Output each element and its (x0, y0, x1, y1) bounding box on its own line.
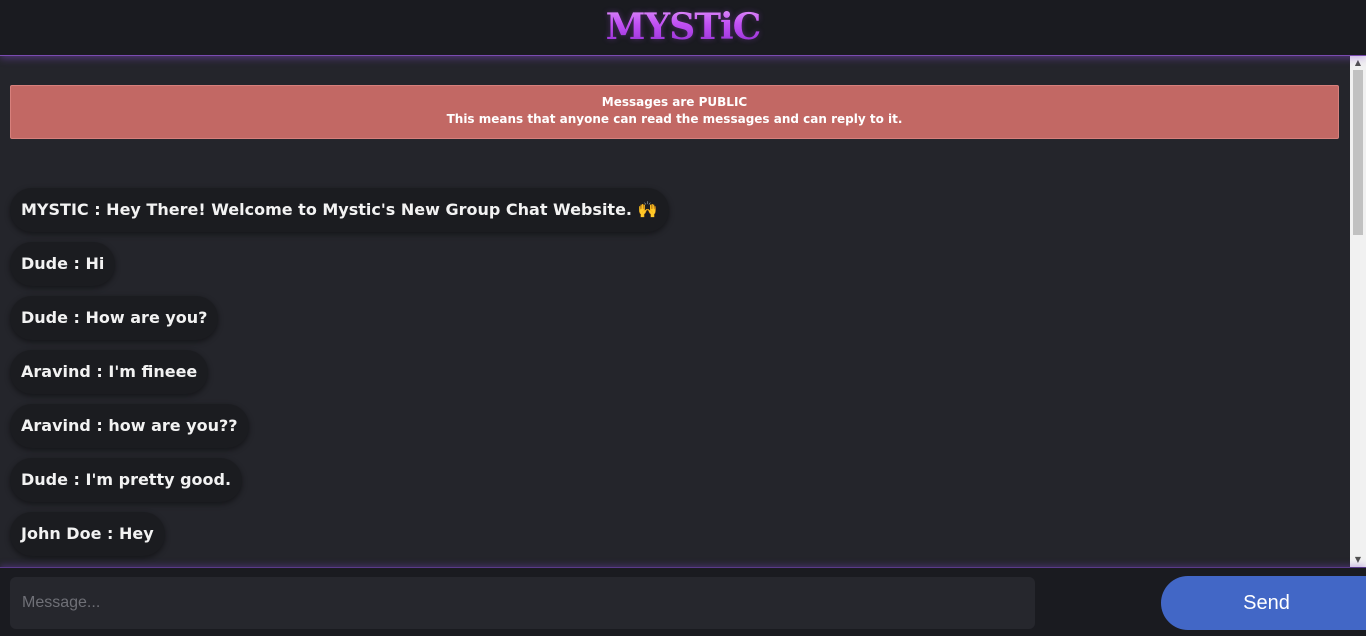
mystic-logo: MYSTiC (606, 2, 762, 52)
scrollbar-thumb[interactable] (1353, 70, 1363, 235)
chat-area[interactable]: Messages are PUBLIC This means that anyo… (0, 56, 1350, 567)
chat-scrollbar[interactable]: ▲ ▼ (1350, 56, 1366, 567)
scroll-up-arrow-icon[interactable]: ▲ (1350, 56, 1366, 70)
composer-bar: Send (0, 567, 1366, 636)
public-notice-banner: Messages are PUBLIC This means that anyo… (10, 85, 1339, 139)
message-bubble: MYSTIC : Hey There! Welcome to Mystic's … (10, 188, 669, 232)
top-bar: MYSTiC (0, 0, 1366, 56)
message-bubble: Dude : How are you? (10, 296, 219, 340)
scroll-down-arrow-icon[interactable]: ▼ (1350, 553, 1366, 567)
notice-text: This means that anyone can read the mess… (446, 112, 903, 126)
message-list: MYSTIC : Hey There! Welcome to Mystic's … (10, 188, 669, 566)
notice-title: Messages are PUBLIC (601, 95, 748, 109)
message-bubble: Dude : Hi (10, 242, 116, 286)
message-bubble: John Doe : Hey (10, 512, 165, 556)
message-input[interactable] (10, 577, 1035, 629)
send-button[interactable]: Send (1161, 576, 1366, 630)
message-bubble: Aravind : I'm fineee (10, 350, 209, 394)
message-bubble: Dude : I'm pretty good. (10, 458, 243, 502)
message-bubble: Aravind : how are you?? (10, 404, 249, 448)
